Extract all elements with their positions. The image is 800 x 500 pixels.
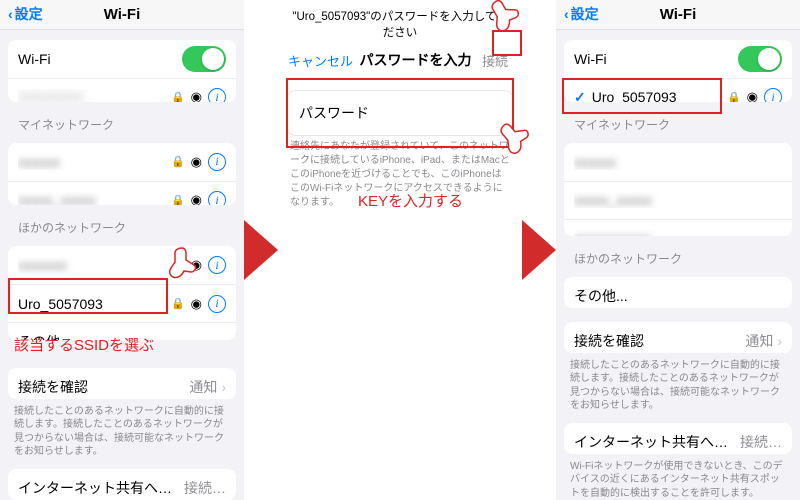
cancel-button[interactable]: キャンセル bbox=[288, 51, 353, 70]
other-networks-header: ほかのネットワーク bbox=[574, 250, 782, 267]
wifi-label: Wi-Fi bbox=[18, 51, 182, 67]
other-networks-header: ほかのネットワーク bbox=[18, 219, 226, 236]
dialog-title: パスワードを入力 bbox=[360, 50, 472, 70]
wifi-icon: ◉ bbox=[191, 257, 202, 273]
network-name: XXXXXXX bbox=[18, 89, 171, 102]
target-network-row[interactable]: Uro_5057093 🔒 ◉ i bbox=[8, 284, 236, 322]
info-icon[interactable]: i bbox=[208, 191, 226, 205]
auto-hotspot-row[interactable]: インターネット共有へ自動接続 接続… bbox=[564, 423, 792, 454]
info-icon[interactable]: i bbox=[208, 295, 226, 313]
lock-icon: 🔒 bbox=[171, 91, 185, 102]
wifi-toggle[interactable] bbox=[738, 46, 782, 72]
wifi-icon: ◉ bbox=[191, 154, 202, 170]
network-name: xxxxx_xxxxx bbox=[18, 192, 171, 205]
ask-to-join-row[interactable]: 接続を確認 通知› bbox=[8, 368, 236, 399]
screen-1-wifi-settings: ‹設定 Wi-Fi Wi-Fi XXXXXXX 🔒 ◉ i マイネットワーク x… bbox=[0, 0, 244, 500]
connect-button[interactable]: 接続 bbox=[478, 49, 512, 72]
info-icon[interactable]: i bbox=[208, 88, 226, 102]
annotation-enter-key: KEYを入力する bbox=[358, 190, 463, 211]
password-field[interactable]: パスワード bbox=[287, 91, 513, 135]
network-name: xxxxxxx bbox=[18, 257, 171, 273]
info-icon[interactable]: i bbox=[208, 256, 226, 274]
back-button[interactable]: ‹設定 bbox=[564, 4, 599, 24]
navbar: ‹設定 Wi-Fi bbox=[556, 0, 800, 30]
wifi-icon: ◉ bbox=[191, 89, 202, 102]
network-row[interactable]: xxxxx_xxxxx bbox=[564, 181, 792, 219]
network-name: Uro_5057093 bbox=[592, 89, 727, 101]
wifi-icon: ◉ bbox=[191, 296, 202, 312]
password-prompt-text: "Uro_5057093"のパスワードを入力してください bbox=[278, 0, 522, 44]
screen-3-connected: ‹設定 Wi-Fi Wi-Fi ✓ Uro_5057093 🔒 ◉ i マイネットワ… bbox=[556, 0, 800, 500]
my-networks-header: マイネットワーク bbox=[18, 116, 226, 133]
network-row[interactable]: xxxxxx bbox=[564, 143, 792, 181]
network-row[interactable]: xxxxx_xxxxx 🔒 ◉ i bbox=[8, 181, 236, 205]
ask-note: 接続したことのあるネットワークに自動的に接続します。接続したことのあるネットワー… bbox=[570, 359, 786, 413]
network-name: xxxxxx bbox=[18, 154, 171, 170]
network-row[interactable]: xxxxxx 🔒 ◉ i bbox=[8, 143, 236, 181]
wifi-toggle-row[interactable]: Wi-Fi bbox=[8, 40, 236, 78]
network-row[interactable]: xxxxxxxxxxx bbox=[564, 219, 792, 236]
annotation-select-ssid: 該当するSSIDを選ぶ bbox=[14, 334, 154, 355]
ask-note: 接続したことのあるネットワークに自動的に接続します。接続したことのあるネットワー… bbox=[14, 405, 230, 459]
current-network-row[interactable]: XXXXXXX 🔒 ◉ i bbox=[8, 78, 236, 102]
other-row[interactable]: その他... bbox=[564, 277, 792, 308]
page-title: Wi-Fi bbox=[660, 6, 697, 23]
wifi-icon: ◉ bbox=[747, 89, 758, 101]
info-icon[interactable]: i bbox=[764, 88, 782, 101]
lock-icon: 🔒 bbox=[171, 259, 185, 272]
page-title: Wi-Fi bbox=[104, 6, 141, 23]
screen-2-password-prompt: "Uro_5057093"のパスワードを入力してください キャンセル パスワード… bbox=[278, 0, 522, 500]
wifi-toggle[interactable] bbox=[182, 46, 226, 72]
auto-hotspot-row[interactable]: インターネット共有へ自動接続 接続… bbox=[8, 469, 236, 500]
back-button[interactable]: ‹設定 bbox=[8, 4, 43, 24]
network-name: Uro_5057093 bbox=[18, 296, 171, 312]
ask-to-join-row[interactable]: 接続を確認 通知› bbox=[564, 322, 792, 353]
lock-icon: 🔒 bbox=[171, 155, 185, 168]
step-arrow-icon bbox=[244, 220, 278, 280]
navbar: ‹設定 Wi-Fi bbox=[0, 0, 244, 30]
check-icon: ✓ bbox=[574, 89, 586, 102]
step-arrow-icon bbox=[522, 220, 556, 280]
hotspot-note: Wi-Fiネットワークが使用できないとき、このデバイスの近くにあるインターネット… bbox=[570, 460, 786, 500]
lock-icon: 🔒 bbox=[171, 297, 185, 310]
lock-icon: 🔒 bbox=[171, 194, 185, 205]
password-label: パスワード bbox=[299, 103, 369, 123]
lock-icon: 🔒 bbox=[727, 91, 741, 102]
wifi-toggle-row[interactable]: Wi-Fi bbox=[564, 40, 792, 78]
network-row[interactable]: xxxxxxx 🔒 ◉ i bbox=[8, 246, 236, 284]
connected-network-row[interactable]: ✓ Uro_5057093 🔒 ◉ i bbox=[564, 78, 792, 102]
my-networks-header: マイネットワーク bbox=[574, 116, 782, 133]
wifi-icon: ◉ bbox=[191, 192, 202, 205]
info-icon[interactable]: i bbox=[208, 153, 226, 171]
